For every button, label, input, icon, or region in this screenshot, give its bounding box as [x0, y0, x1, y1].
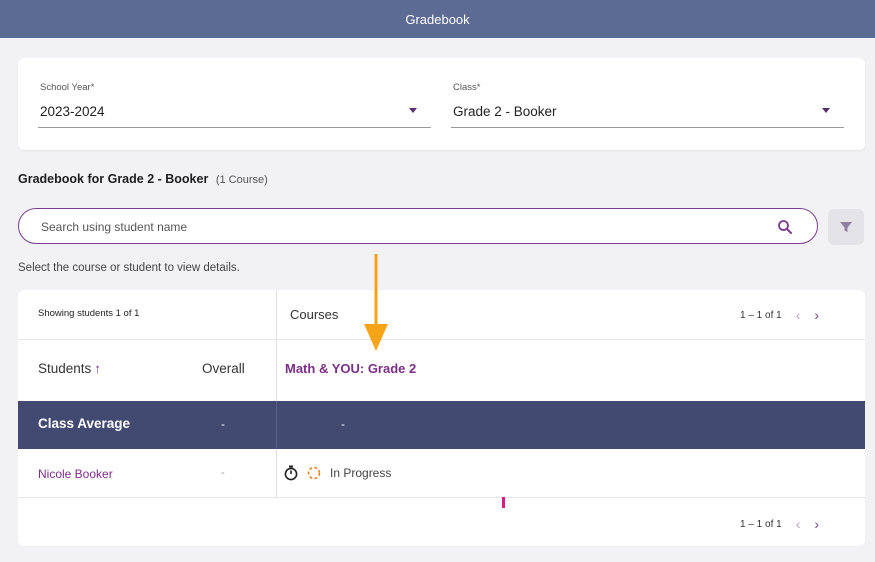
page-title: Gradebook — [405, 11, 470, 27]
sort-ascending-icon: ↑ — [94, 361, 102, 376]
search-icon[interactable] — [777, 219, 793, 235]
school-year-value: 2023-2024 — [40, 104, 105, 119]
courses-header: Courses — [290, 307, 339, 322]
gradebook-title: Gradebook for Grade 2 - Booker — [18, 172, 209, 186]
course-column-link[interactable]: Math & YOU: Grade 2 — [285, 361, 416, 376]
gradebook-table: Showing students 1 of 1 Courses 1 – 1 of… — [18, 290, 865, 546]
class-average-row: Class Average - - — [18, 401, 865, 449]
class-select[interactable]: Class* Grade 2 - Booker — [451, 82, 844, 128]
chevron-left-icon[interactable]: ‹ — [796, 516, 801, 532]
class-label: Class* — [453, 82, 481, 93]
course-status-cell[interactable]: In Progress — [284, 465, 391, 481]
student-search-input[interactable]: Search using student name — [18, 208, 818, 244]
class-average-course: - — [341, 417, 345, 431]
search-placeholder: Search using student name — [41, 220, 188, 234]
school-year-select[interactable]: School Year* 2023-2024 — [38, 82, 431, 128]
pagination-bottom: 1 – 1 of 1 ‹ › — [740, 516, 819, 532]
column-divider — [276, 290, 277, 498]
pagination-top: 1 – 1 of 1 ‹ › — [740, 307, 819, 323]
course-count: (1 Course) — [215, 174, 268, 186]
in-progress-icon — [307, 466, 321, 480]
filter-icon — [840, 222, 852, 232]
filters-card: School Year* 2023-2024 Class* Grade 2 - … — [18, 58, 865, 150]
chevron-right-icon[interactable]: › — [814, 516, 819, 532]
column-divider — [276, 401, 277, 449]
class-average-label: Class Average — [38, 416, 131, 431]
overall-header: Overall — [202, 361, 245, 376]
filter-button[interactable] — [828, 209, 864, 245]
dropdown-caret-icon — [409, 108, 417, 113]
pagination-range: 1 – 1 of 1 — [740, 518, 782, 530]
top-bar: Gradebook — [0, 0, 875, 38]
chevron-right-icon[interactable]: › — [814, 307, 819, 323]
divider — [18, 339, 865, 340]
class-average-overall: - — [221, 417, 225, 431]
chevron-left-icon[interactable]: ‹ — [796, 307, 801, 323]
student-overall: - — [221, 467, 225, 479]
cursor-marker — [502, 497, 505, 508]
divider — [18, 497, 865, 498]
helper-text: Select the course or student to view det… — [18, 262, 240, 274]
showing-count: Showing students 1 of 1 — [38, 308, 140, 319]
stopwatch-icon — [284, 465, 298, 481]
students-header-label: Students — [38, 361, 92, 376]
dropdown-caret-icon — [822, 108, 830, 113]
pagination-range: 1 – 1 of 1 — [740, 309, 782, 321]
student-name-link[interactable]: Nicole Booker — [38, 467, 113, 481]
status-text: In Progress — [330, 466, 392, 480]
class-value: Grade 2 - Booker — [453, 104, 557, 119]
students-sort-header[interactable]: Students ↑ — [38, 361, 101, 376]
school-year-label: School Year* — [40, 82, 95, 93]
gradebook-heading: Gradebook for Grade 2 - Booker (1 Course… — [18, 172, 268, 186]
annotation-arrow-icon — [364, 254, 388, 351]
